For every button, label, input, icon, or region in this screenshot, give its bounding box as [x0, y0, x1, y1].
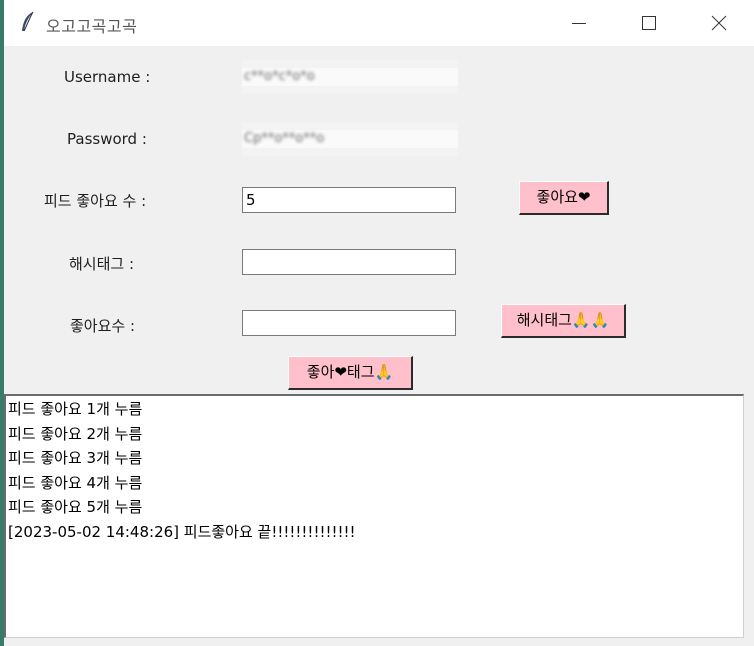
close-icon	[711, 15, 727, 31]
log-line: 피드 좋아요 2개 누름	[8, 424, 143, 443]
password-value: Cp**o**o**o	[244, 131, 325, 146]
log-line: 피드 좋아요 3개 누름	[8, 449, 143, 467]
password-label: Password :	[67, 130, 147, 148]
maximize-button[interactable]	[614, 0, 684, 46]
like-button[interactable]: 좋아요❤	[519, 181, 609, 215]
hashtag-label: 해시태그 :	[69, 255, 135, 273]
window-title: 오고고곡고곡	[46, 17, 138, 36]
close-button[interactable]	[684, 0, 754, 46]
feed-like-count-label: 피드 좋아요 수 :	[44, 192, 147, 210]
username-field[interactable]: c**o*c*o*o	[242, 60, 458, 94]
app-window: 오고고곡고곡 Username : c**o*c*o*o Password : …	[4, 0, 754, 646]
username-label: Username :	[64, 68, 151, 86]
feed-like-count-input[interactable]: 5	[242, 187, 456, 213]
hashtag-button[interactable]: 해시태그🙏🙏	[501, 304, 626, 338]
title-bar[interactable]: 오고고곡고곡	[4, 0, 754, 46]
maximize-icon	[642, 16, 656, 30]
username-value: c**o*c*o*o	[244, 69, 315, 84]
feather-icon	[20, 11, 36, 33]
log-textarea[interactable]: 피드 좋아요 1개 누름 피드 좋아요 2개 누름 피드 좋아요 3개 누름 피…	[4, 394, 744, 638]
like-count-label: 좋아요수 :	[70, 317, 136, 335]
minimize-icon	[572, 23, 586, 24]
log-line: [2023-05-02 14:48:26] 피드좋아요 끝!!!!!!!!!!!…	[8, 522, 356, 541]
log-line: 피드 좋아요 1개 누름	[8, 400, 143, 418]
minimize-button[interactable]	[544, 0, 614, 46]
log-line: 피드 좋아요 4개 누름	[8, 473, 143, 492]
password-field[interactable]: Cp**o**o**o	[242, 122, 458, 156]
log-line: 피드 좋아요 5개 누름	[8, 498, 143, 516]
like-tag-button[interactable]: 좋아❤태그🙏	[288, 356, 413, 390]
like-count-input[interactable]	[242, 310, 456, 336]
hashtag-input[interactable]	[242, 249, 456, 275]
